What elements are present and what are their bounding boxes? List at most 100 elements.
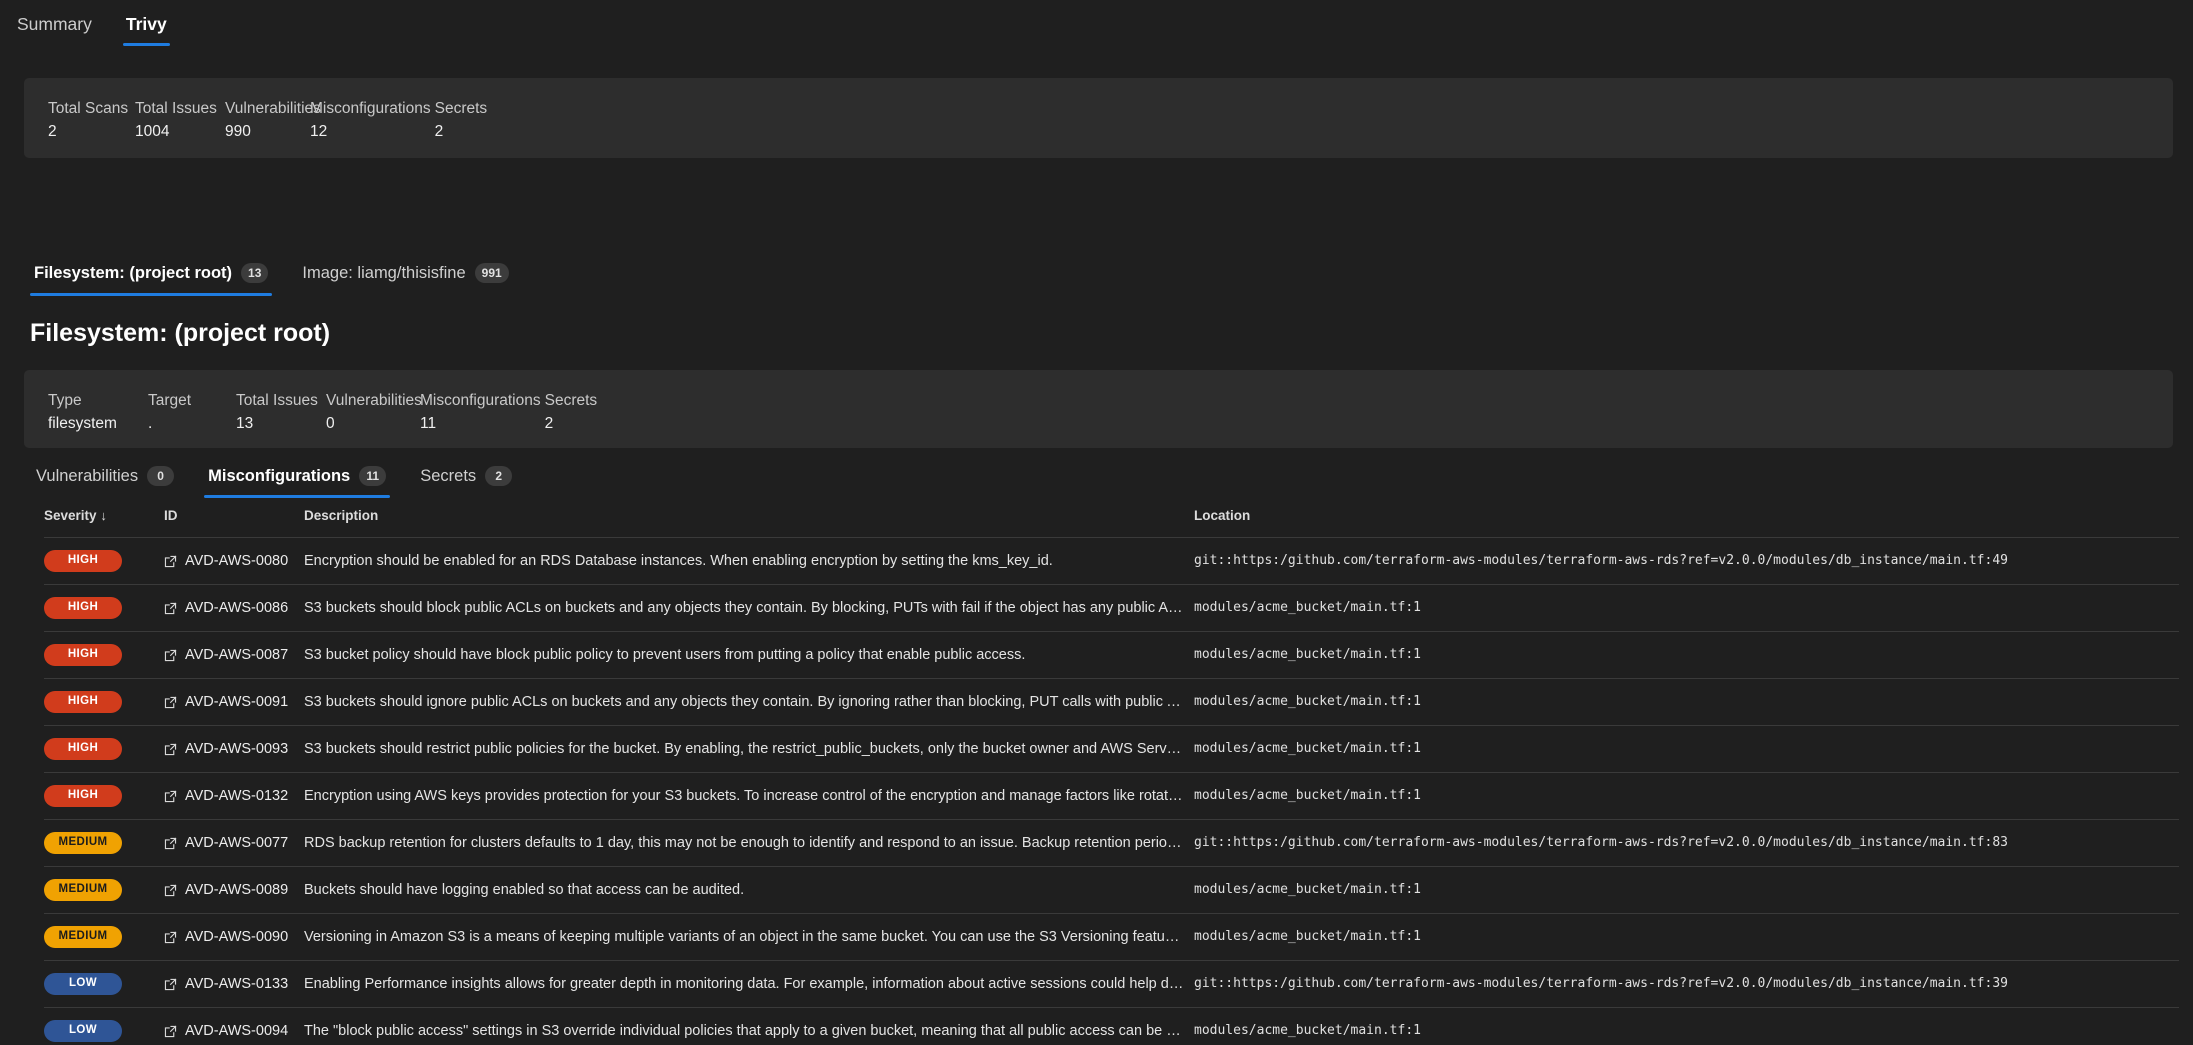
finding-id-link[interactable]: AVD-AWS-0133	[164, 976, 294, 992]
summary-stat-secrets: Secrets 2	[435, 100, 488, 141]
cell-severity: HIGH	[44, 772, 164, 820]
detail-stat-total-issues-value: 13	[236, 415, 254, 432]
table-row[interactable]: HIGH AVD-AWS-0086 S3 buckets should block …	[44, 584, 2179, 632]
detail-stat-target: Target .	[148, 392, 236, 433]
finding-description: Enabling Performance insights allows for…	[304, 976, 1184, 992]
finding-id-label: AVD-AWS-0091	[185, 694, 289, 710]
cell-location: modules/acme_bucket/main.tf:1	[1194, 913, 2179, 961]
table-row[interactable]: LOW AVD-AWS-0133 Enabling Performance insi…	[44, 960, 2179, 1008]
scan-tab-image-label: Image: liamg/thisisfine	[302, 263, 466, 282]
cell-severity: HIGH	[44, 678, 164, 726]
table-row[interactable]: HIGH AVD-AWS-0132 Encryption using AWS key…	[44, 772, 2179, 820]
severity-badge: HIGH	[44, 738, 122, 760]
finding-id-label: AVD-AWS-0086	[185, 600, 289, 616]
findings-table-head: Severity ↓ ID Description Location	[44, 504, 2179, 538]
external-link-icon	[164, 884, 177, 897]
tab-summary[interactable]: Summary	[14, 14, 95, 46]
finding-id-link[interactable]: AVD-AWS-0094	[164, 1023, 294, 1039]
finding-id-label: AVD-AWS-0133	[185, 976, 289, 992]
table-row[interactable]: MEDIUM AVD-AWS-0090 Versioning in Amazon S…	[44, 913, 2179, 961]
table-row[interactable]: MEDIUM AVD-AWS-0077 RDS backup retention f…	[44, 819, 2179, 867]
scan-tab-image-count: 991	[474, 263, 509, 283]
tab-misconfigurations-label: Misconfigurations	[208, 466, 351, 485]
scan-tab-filesystem[interactable]: Filesystem: (project root) 13	[30, 263, 273, 296]
finding-id-link[interactable]: AVD-AWS-0087	[164, 647, 294, 663]
table-row[interactable]: LOW AVD-AWS-0094 The "block public access"…	[44, 1007, 2179, 1045]
cell-id: AVD-AWS-0132	[164, 772, 304, 820]
finding-description: S3 bucket policy should have block publi…	[304, 647, 1026, 663]
summary-stat-total-issues-value: 1004	[135, 123, 170, 140]
tab-secrets[interactable]: Secrets 2	[416, 466, 516, 498]
external-link-icon	[164, 837, 177, 850]
finding-id-label: AVD-AWS-0094	[185, 1023, 289, 1039]
severity-badge: HIGH	[44, 597, 122, 619]
cell-location: modules/acme_bucket/main.tf:1	[1194, 866, 2179, 914]
finding-location: git::https:/github.com/terraform-aws-mod…	[1194, 553, 2008, 568]
finding-id-link[interactable]: AVD-AWS-0077	[164, 835, 294, 851]
cell-location: git::https:/github.com/terraform-aws-mod…	[1194, 537, 2179, 585]
table-row[interactable]: HIGH AVD-AWS-0093 S3 buckets should restri…	[44, 725, 2179, 773]
cell-description: S3 buckets should ignore public ACLs on …	[304, 678, 1194, 726]
tab-misconfigurations-count: 11	[359, 466, 387, 486]
finding-id-link[interactable]: AVD-AWS-0091	[164, 694, 294, 710]
cell-description: Versioning in Amazon S3 is a means of ke…	[304, 913, 1194, 961]
cell-description: Encryption using AWS keys provides prote…	[304, 772, 1194, 820]
sort-descending-icon[interactable]: ↓	[100, 508, 107, 523]
cell-severity: MEDIUM	[44, 866, 164, 914]
summary-stat-total-scans-label: Total Scans	[48, 100, 129, 117]
column-header-description[interactable]: Description	[304, 504, 1194, 538]
finding-id-link[interactable]: AVD-AWS-0132	[164, 788, 294, 804]
external-link-icon	[164, 649, 177, 662]
cell-location: git::https:/github.com/terraform-aws-mod…	[1194, 960, 2179, 1008]
finding-description: S3 buckets should restrict public polici…	[304, 741, 1184, 757]
tab-vulnerabilities-label: Vulnerabilities	[36, 466, 139, 485]
scan-tab-image[interactable]: Image: liamg/thisisfine 991	[298, 263, 512, 296]
cell-id: AVD-AWS-0087	[164, 631, 304, 679]
column-header-severity[interactable]: Severity ↓	[44, 504, 164, 538]
finding-id-link[interactable]: AVD-AWS-0086	[164, 600, 294, 616]
column-header-id[interactable]: ID	[164, 504, 304, 538]
table-row[interactable]: MEDIUM AVD-AWS-0089 Buckets should have lo…	[44, 866, 2179, 914]
finding-description: Buckets should have logging enabled so t…	[304, 882, 745, 898]
finding-id-label: AVD-AWS-0089	[185, 882, 289, 898]
column-header-location[interactable]: Location	[1194, 504, 2179, 538]
summary-stat-vulnerabilities-value: 990	[225, 123, 251, 140]
tab-secrets-count: 2	[485, 466, 513, 486]
cell-description: Enabling Performance insights allows for…	[304, 960, 1194, 1008]
tab-vulnerabilities[interactable]: Vulnerabilities 0	[32, 466, 178, 498]
tab-trivy[interactable]: Trivy	[122, 14, 170, 46]
cell-id: AVD-AWS-0133	[164, 960, 304, 1008]
cell-description: S3 buckets should restrict public polici…	[304, 725, 1194, 773]
table-row[interactable]: HIGH AVD-AWS-0080 Encryption should be ena…	[44, 537, 2179, 585]
detail-stat-total-issues: Total Issues 13	[236, 392, 326, 433]
cell-description: RDS backup retention for clusters defaul…	[304, 819, 1194, 867]
detail-stat-vulnerabilities-label: Vulnerabilities	[326, 392, 422, 409]
tab-misconfigurations[interactable]: Misconfigurations 11	[204, 466, 391, 498]
scan-tab-filesystem-label: Filesystem: (project root)	[34, 263, 233, 282]
severity-badge: MEDIUM	[44, 832, 122, 854]
finding-id-label: AVD-AWS-0132	[185, 788, 289, 804]
cell-location: modules/acme_bucket/main.tf:1	[1194, 584, 2179, 632]
finding-id-link[interactable]: AVD-AWS-0093	[164, 741, 294, 757]
finding-id-link[interactable]: AVD-AWS-0090	[164, 929, 294, 945]
cell-severity: MEDIUM	[44, 819, 164, 867]
cell-id: AVD-AWS-0091	[164, 678, 304, 726]
detail-stat-misconfigurations: Misconfigurations 11	[420, 392, 541, 433]
table-row[interactable]: HIGH AVD-AWS-0091 S3 buckets should ignore…	[44, 678, 2179, 726]
finding-description: The "block public access" settings in S3…	[304, 1023, 1184, 1039]
table-row[interactable]: HIGH AVD-AWS-0087 S3 bucket policy should …	[44, 631, 2179, 679]
external-link-icon	[164, 602, 177, 615]
cell-severity: LOW	[44, 960, 164, 1008]
detail-stat-type: Type filesystem	[48, 392, 148, 433]
finding-id-link[interactable]: AVD-AWS-0080	[164, 553, 294, 569]
external-link-icon	[164, 1025, 177, 1038]
cell-location: modules/acme_bucket/main.tf:1	[1194, 631, 2179, 679]
finding-id-link[interactable]: AVD-AWS-0089	[164, 882, 294, 898]
summary-stat-total-issues: Total Issues 1004	[135, 100, 225, 141]
finding-description: Encryption should be enabled for an RDS …	[304, 553, 1053, 569]
top-tab-bar: Summary Trivy	[0, 0, 2193, 54]
cell-id: AVD-AWS-0080	[164, 537, 304, 585]
scan-tab-filesystem-count: 13	[241, 263, 269, 283]
cell-description: Encryption should be enabled for an RDS …	[304, 537, 1194, 585]
finding-id-label: AVD-AWS-0077	[185, 835, 289, 851]
